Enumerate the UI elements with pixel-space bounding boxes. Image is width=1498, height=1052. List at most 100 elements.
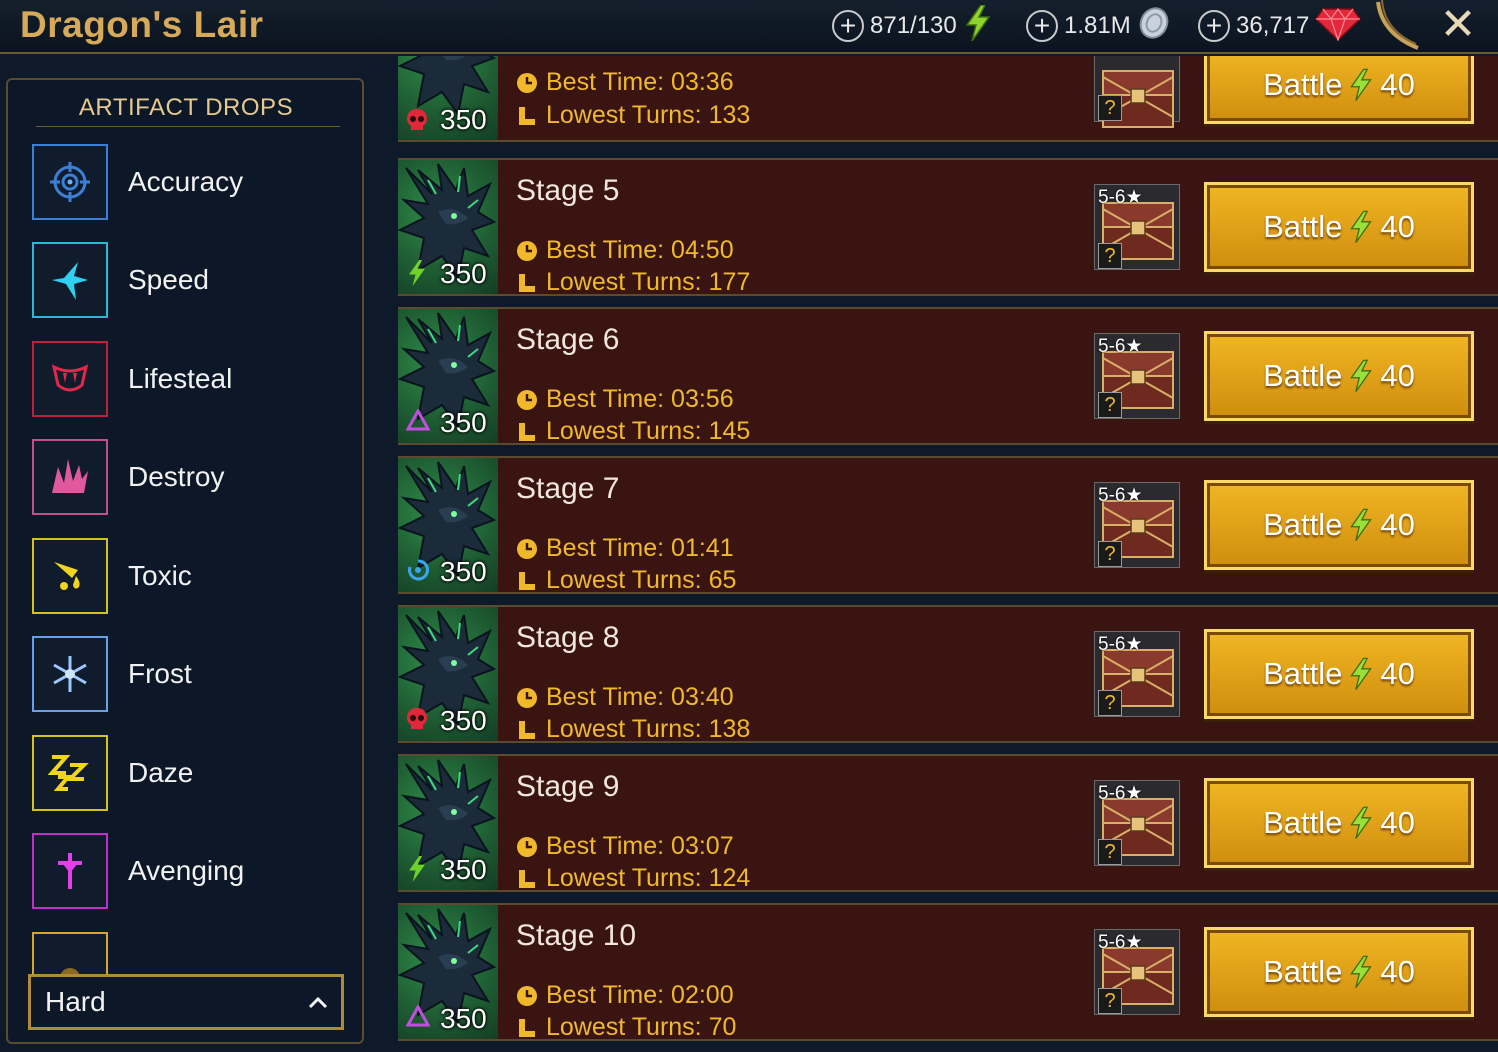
dragon-portrait: 350 xyxy=(398,56,498,140)
energy-icon xyxy=(1350,359,1373,392)
stage-power: 350 xyxy=(440,407,487,438)
difficulty-value: Hard xyxy=(45,986,106,1017)
artifact-drops-panel: ARTIFACT DROPS Accuracy Speed Lifesteal xyxy=(6,78,364,1044)
stage-name: Stage 9 xyxy=(516,770,620,803)
drop-label: Accuracy xyxy=(128,166,244,197)
reward-chest[interactable]: 5-6★ ? xyxy=(1094,631,1180,717)
drop-label: Speed xyxy=(128,264,209,295)
difficulty-select[interactable]: Hard xyxy=(28,974,344,1030)
energy-icon xyxy=(1350,210,1373,243)
battle-label: Battle xyxy=(1263,507,1343,542)
turns-icon xyxy=(519,106,535,125)
lowest-turns: Lowest Turns: 133 xyxy=(516,101,750,130)
best-time: Best Time: 03:40 xyxy=(516,683,734,712)
best-time-text: Best Time: 03:40 xyxy=(546,683,734,711)
battle-button[interactable]: Battle 40 xyxy=(1204,480,1474,570)
drop-item-destroy: Destroy xyxy=(32,437,332,517)
lowest-turns: Lowest Turns: 177 xyxy=(516,268,750,297)
drop-item-lifesteal: Lifesteal xyxy=(32,339,332,419)
reward-rank: 5-6★ xyxy=(1098,187,1143,208)
battle-button[interactable]: Battle 40 xyxy=(1204,778,1474,868)
battle-button[interactable]: Battle 40 xyxy=(1204,927,1474,1017)
drop-item-accuracy: Accuracy xyxy=(32,142,332,222)
stage-row: 350 Stage 9 Best Time: 03:07 Lowest Turn… xyxy=(398,754,1498,892)
battle-button[interactable]: Battle 40 xyxy=(1204,56,1474,124)
stage-name: Stage 10 xyxy=(516,919,637,952)
lowest-turns-text: Lowest Turns: 133 xyxy=(546,101,751,129)
battle-cost: 40 xyxy=(1380,507,1415,542)
reward-chest[interactable]: 5-6★ ? xyxy=(1094,184,1180,270)
question-icon: ? xyxy=(1098,690,1122,716)
lowest-turns: Lowest Turns: 70 xyxy=(516,1013,736,1042)
question-icon: ? xyxy=(1098,95,1122,121)
frost-icon xyxy=(32,636,108,712)
divider xyxy=(36,126,340,127)
lowest-turns-text: Lowest Turns: 177 xyxy=(546,268,751,296)
battle-label: Battle xyxy=(1263,954,1343,989)
battle-label: Battle xyxy=(1263,656,1343,691)
lowest-turns-text: Lowest Turns: 138 xyxy=(546,715,751,743)
best-time-text: Best Time: 03:07 xyxy=(546,832,734,860)
dragon-portrait: 350 xyxy=(398,458,498,592)
battle-cost: 40 xyxy=(1380,805,1415,840)
reward-rank: 5-6★ xyxy=(1098,932,1143,953)
page-title: Dragon's Lair xyxy=(20,4,264,45)
reward-chest[interactable]: ? xyxy=(1094,56,1180,128)
dragon-portrait: 350 xyxy=(398,309,498,443)
energy-icon xyxy=(1350,657,1373,690)
turns-icon xyxy=(519,869,535,888)
triangle-icon xyxy=(405,407,431,436)
lowest-turns: Lowest Turns: 65 xyxy=(516,566,736,595)
best-time: Best Time: 03:36 xyxy=(516,68,734,97)
battle-label: Battle xyxy=(1263,805,1343,840)
best-time: Best Time: 02:00 xyxy=(516,981,734,1010)
skull-icon xyxy=(406,707,428,736)
question-icon: ? xyxy=(1098,392,1122,418)
lowest-turns: Lowest Turns: 145 xyxy=(516,417,750,446)
battle-button[interactable]: Battle 40 xyxy=(1204,331,1474,421)
reward-chest[interactable]: 5-6★ ? xyxy=(1094,780,1180,866)
reward-chest[interactable]: 5-6★ ? xyxy=(1094,929,1180,1015)
drop-item-daze: Daze xyxy=(32,733,332,813)
battle-cost: 40 xyxy=(1380,358,1415,393)
dragon-portrait: 350 xyxy=(398,905,498,1039)
stage-power: 350 xyxy=(440,258,487,289)
reward-rank: 5-6★ xyxy=(1098,783,1143,804)
stage-power: 350 xyxy=(440,104,487,135)
battle-label: Battle xyxy=(1263,209,1343,244)
drop-label: Daze xyxy=(128,757,194,788)
turns-icon xyxy=(519,422,535,441)
question-icon: ? xyxy=(1098,243,1122,269)
reward-rank: 5-6★ xyxy=(1098,634,1143,655)
accuracy-icon xyxy=(32,144,108,220)
stage-row: 350 Best Time: 03:36 Lowest Turns: 133 ?… xyxy=(398,56,1498,142)
speed-icon xyxy=(32,242,108,318)
toxic-icon xyxy=(32,538,108,614)
drop-label: Toxic xyxy=(128,560,192,591)
bolt-icon xyxy=(406,856,428,887)
battle-button[interactable]: Battle 40 xyxy=(1204,629,1474,719)
stage-list[interactable]: 350 Best Time: 03:36 Lowest Turns: 133 ?… xyxy=(398,0,1498,1052)
question-icon: ? xyxy=(1098,839,1122,865)
lifesteal-icon xyxy=(32,341,108,417)
best-time: Best Time: 01:41 xyxy=(516,534,734,563)
reward-chest[interactable]: 5-6★ ? xyxy=(1094,482,1180,568)
bolt-icon xyxy=(406,260,428,291)
dragon-portrait: 350 xyxy=(398,756,498,890)
reward-rank: 5-6★ xyxy=(1098,485,1143,506)
lowest-turns: Lowest Turns: 124 xyxy=(516,864,750,893)
stage-row: 350 Stage 6 Best Time: 03:56 Lowest Turn… xyxy=(398,307,1498,445)
energy-icon xyxy=(1350,955,1373,988)
drop-item-frost: Frost xyxy=(32,634,332,714)
clock-icon xyxy=(517,538,537,559)
reward-chest[interactable]: 5-6★ ? xyxy=(1094,333,1180,419)
battle-button[interactable]: Battle 40 xyxy=(1204,182,1474,272)
battle-label: Battle xyxy=(1263,358,1343,393)
skull-icon xyxy=(406,108,428,137)
battle-cost: 40 xyxy=(1380,656,1415,691)
dragon-portrait: 350 xyxy=(398,160,498,294)
drop-item-toxic: Toxic xyxy=(32,536,332,616)
turns-icon xyxy=(519,1018,535,1037)
drop-item-avenging: Avenging xyxy=(32,831,332,911)
stage-row: 350 Stage 7 Best Time: 01:41 Lowest Turn… xyxy=(398,456,1498,594)
